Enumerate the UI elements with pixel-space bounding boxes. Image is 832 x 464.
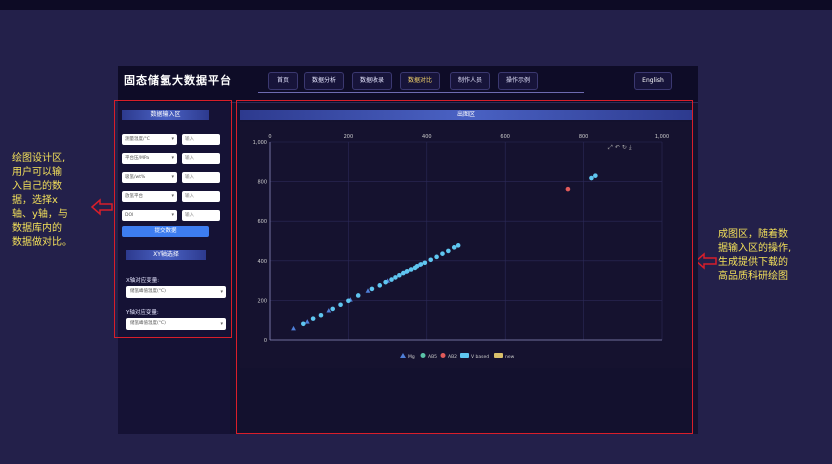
annotation-line: 数据库内的	[12, 223, 62, 234]
header: 固态储氢大数据平台 首页 数据分析 数据收录 数据对比 制作人员 操作示例 En…	[118, 66, 698, 103]
annotation-line: 轴、y轴，与	[12, 209, 68, 220]
language-button[interactable]: English	[634, 72, 672, 90]
annotation-line: 据，选择x	[12, 195, 58, 206]
top-bar	[0, 0, 832, 10]
annotation-line: 高品质科研绘图	[718, 271, 788, 282]
nav-examples[interactable]: 操作示例	[498, 72, 538, 90]
left-annotation: 绘图设计区, 用户可以输 入自己的数 据，选择x 轴、y轴，与 数据库内的 数据…	[12, 152, 72, 250]
annotation-line: 用户可以输	[12, 167, 62, 178]
nav-staff[interactable]: 制作人员	[450, 72, 490, 90]
annotation-line: 绘图设计区,	[12, 153, 66, 164]
input-area-outline	[114, 100, 232, 338]
plot-area-outline	[236, 100, 693, 434]
nav-data-analysis[interactable]: 数据分析	[304, 72, 344, 90]
left-arrow-icon	[90, 198, 113, 216]
annotation-line: 成图区，随着数	[718, 229, 788, 240]
annotation-line: 生成提供下载的	[718, 257, 788, 268]
app-title: 固态储氢大数据平台	[124, 74, 232, 87]
nav-data-collection[interactable]: 数据收录	[352, 72, 392, 90]
annotation-line: 数据做对比。	[12, 237, 72, 248]
annotation-line: 据输入区的操作,	[718, 243, 792, 254]
nav-underline	[258, 92, 584, 93]
nav-data-compare[interactable]: 数据对比	[400, 72, 440, 90]
annotation-line: 入自己的数	[12, 181, 62, 192]
right-annotation: 成图区，随着数 据输入区的操作, 生成提供下载的 高品质科研绘图	[718, 228, 791, 284]
nav-home[interactable]: 首页	[268, 72, 298, 90]
